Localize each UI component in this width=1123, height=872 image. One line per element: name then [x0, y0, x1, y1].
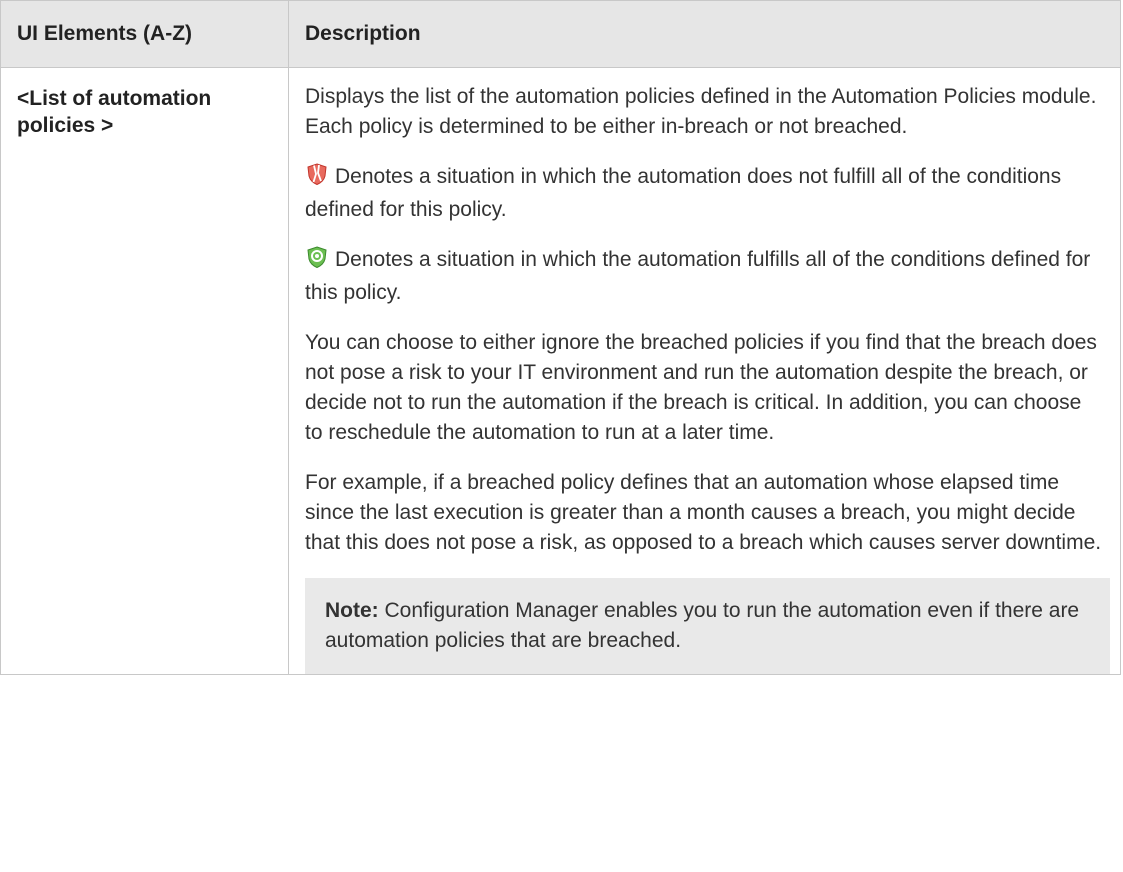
note-text: Configuration Manager enables you to run…	[325, 599, 1080, 652]
note-label: Note:	[325, 599, 379, 622]
note-paragraph: Note: Configuration Manager enables you …	[325, 596, 1082, 656]
breached-policy-icon	[305, 162, 329, 195]
description-intro: Displays the list of the automation poli…	[305, 85, 1097, 138]
example-paragraph: For example, if a breached policy define…	[305, 471, 1102, 554]
breached-description: Denotes a situation in which the automat…	[305, 162, 1104, 225]
table-row: <List of automation policies > Displays …	[0, 67, 1121, 675]
breached-description-text: Denotes a situation in which the automat…	[305, 165, 1062, 221]
choose-paragraph: You can choose to either ignore the brea…	[305, 331, 1097, 444]
ui-elements-table: UI Elements (A-Z) Description <List of a…	[0, 0, 1121, 675]
ui-element-name: <List of automation policies >	[0, 67, 289, 675]
ui-element-description: Displays the list of the automation poli…	[288, 67, 1121, 675]
not-breached-description: Denotes a situation in which the automat…	[305, 245, 1104, 308]
column-header-ui-elements: UI Elements (A-Z)	[0, 0, 289, 68]
note-box: Note: Configuration Manager enables you …	[305, 578, 1110, 674]
column-header-description: Description	[288, 0, 1121, 68]
table-header-row: UI Elements (A-Z) Description	[0, 0, 1121, 68]
not-breached-description-text: Denotes a situation in which the automat…	[305, 248, 1091, 304]
not-breached-policy-icon	[305, 245, 329, 278]
